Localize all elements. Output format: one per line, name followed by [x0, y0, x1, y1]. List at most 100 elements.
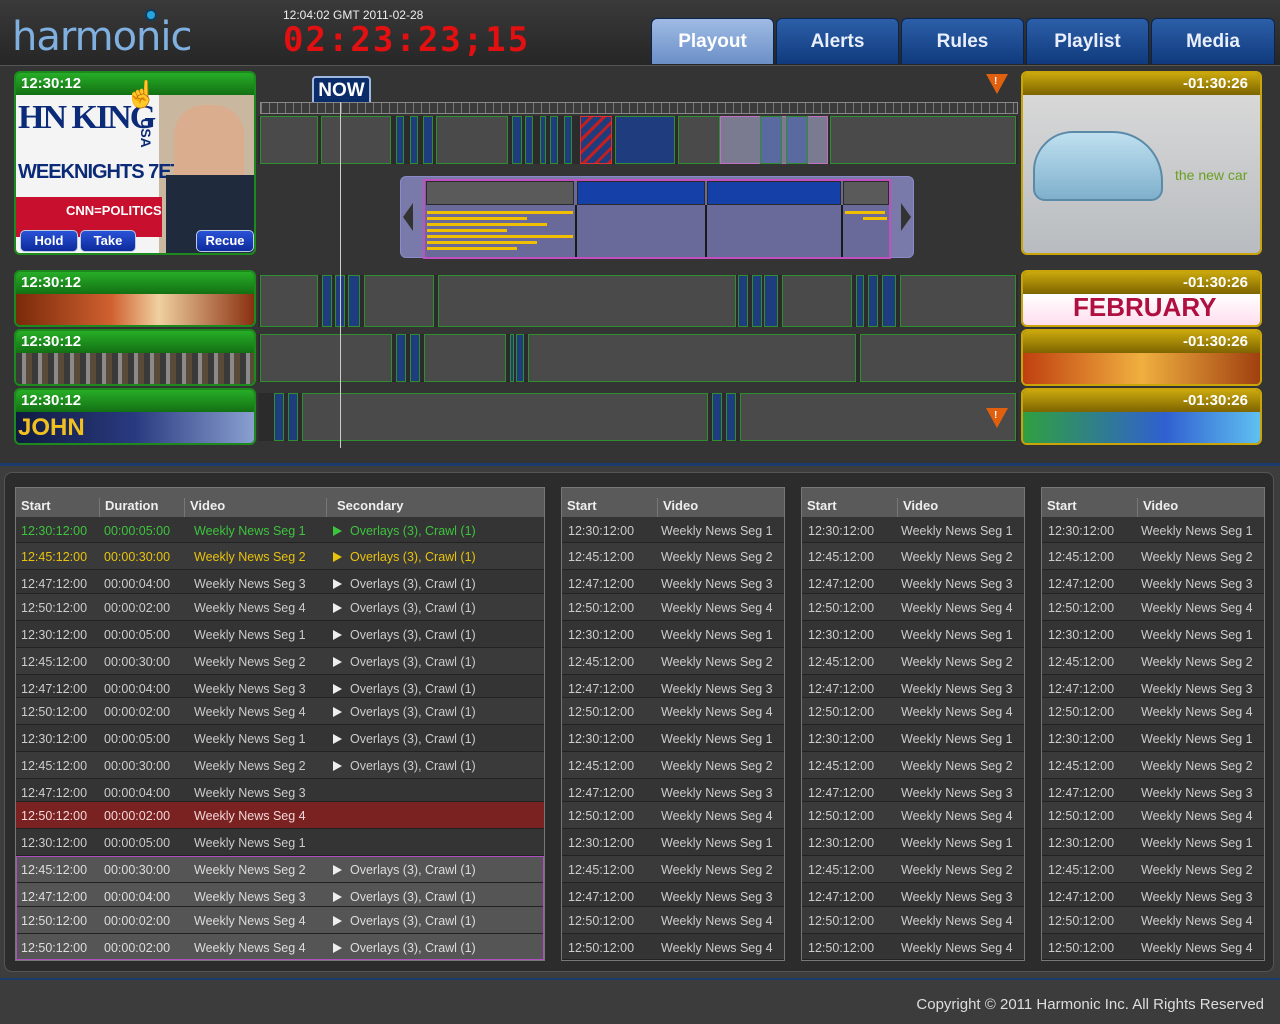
table-row[interactable]: 12:30:12:00 Weekly News Seg 1 — [562, 829, 784, 856]
table-row[interactable]: 12:50:12:00 00:00:02:00 Weekly News Seg 4 O… — [16, 934, 544, 960]
channel-4-next[interactable]: -01:30:26 — [1021, 388, 1262, 445]
table-row[interactable]: 12:45:12:00 00:00:30:00 Weekly News Seg 2 O… — [16, 856, 544, 883]
table-row[interactable]: 12:47:12:00 00:00:04:00 Weekly News Seg 3 O… — [16, 675, 544, 698]
warning-icon-track-4[interactable]: ! — [986, 408, 1008, 428]
table-row[interactable]: 12:30:12:00 Weekly News Seg 1 — [802, 725, 1024, 752]
tab-alerts[interactable]: Alerts — [776, 18, 899, 64]
table-row[interactable]: 12:47:12:00 Weekly News Seg 3 — [802, 675, 1024, 698]
table-row[interactable]: 12:47:12:00 Weekly News Seg 3 — [562, 570, 784, 594]
table-row[interactable]: 12:45:12:00 00:00:30:00 Weekly News Seg 2 O… — [16, 752, 544, 779]
col-video[interactable]: Video — [184, 498, 225, 517]
table-row[interactable]: 12:45:12:00 Weekly News Seg 2 — [802, 856, 1024, 883]
table-row[interactable]: 12:30:12:00 00:00:05:00 Weekly News Seg 1 O… — [16, 725, 544, 752]
table-row[interactable]: 12:47:12:00 Weekly News Seg 3 — [802, 570, 1024, 594]
play-icon[interactable] — [333, 579, 342, 589]
table-row[interactable]: 12:30:12:00 00:00:05:00 Weekly News Seg 1 — [16, 829, 544, 856]
table-row[interactable]: 12:50:12:00 Weekly News Seg 4 — [1042, 802, 1264, 829]
secondary-events-window[interactable] — [400, 176, 914, 259]
table-row[interactable]: 12:30:12:00 Weekly News Seg 1 — [802, 829, 1024, 856]
take-button[interactable]: Take — [80, 230, 136, 252]
tab-playout[interactable]: Playout — [651, 18, 774, 64]
table-row[interactable]: 12:50:12:00 Weekly News Seg 4 — [802, 907, 1024, 934]
col-secondary[interactable]: Secondary — [326, 498, 403, 517]
play-icon[interactable] — [333, 865, 342, 875]
hold-button[interactable]: Hold — [20, 230, 78, 252]
scroll-right-icon[interactable] — [901, 203, 911, 231]
col-video[interactable]: Video — [657, 498, 698, 517]
col-start[interactable]: Start — [802, 498, 837, 517]
play-icon[interactable] — [333, 707, 342, 717]
table-row[interactable]: 12:30:12:00 00:00:05:00 Weekly News Seg 1 O… — [16, 517, 544, 543]
table-row[interactable]: 12:50:12:00 Weekly News Seg 4 — [1042, 907, 1264, 934]
scroll-left-icon[interactable] — [403, 203, 413, 231]
table-row[interactable]: 12:50:12:00 Weekly News Seg 4 — [802, 802, 1024, 829]
table-row[interactable]: 12:47:12:00 Weekly News Seg 3 — [1042, 570, 1264, 594]
table-row[interactable]: 12:50:12:00 Weekly News Seg 4 — [1042, 934, 1264, 960]
tab-playlist[interactable]: Playlist — [1026, 18, 1149, 64]
play-icon[interactable] — [333, 630, 342, 640]
table-row[interactable]: 12:47:12:00 Weekly News Seg 3 — [802, 883, 1024, 907]
table-row[interactable]: 12:50:12:00 Weekly News Seg 4 — [1042, 698, 1264, 725]
table-row[interactable]: 12:50:12:00 Weekly News Seg 4 — [562, 907, 784, 934]
table-row[interactable]: 12:30:12:00 Weekly News Seg 1 — [562, 621, 784, 648]
table-row[interactable]: 12:50:12:00 Weekly News Seg 4 — [562, 698, 784, 725]
table-row[interactable]: 12:45:12:00 Weekly News Seg 2 — [802, 752, 1024, 779]
table-row[interactable]: 12:50:12:00 00:00:02:00 Weekly News Seg 4 O… — [16, 594, 544, 621]
warning-icon[interactable]: ! — [986, 74, 1008, 94]
table-row[interactable]: 12:47:12:00 Weekly News Seg 3 — [802, 779, 1024, 802]
play-icon[interactable] — [333, 943, 342, 953]
table-row[interactable]: 12:30:12:00 Weekly News Seg 1 — [802, 621, 1024, 648]
table-row[interactable]: 12:30:12:00 Weekly News Seg 1 — [1042, 621, 1264, 648]
table-row[interactable]: 12:45:12:00 Weekly News Seg 2 — [802, 543, 1024, 570]
table-row[interactable]: 12:30:12:00 Weekly News Seg 1 — [802, 517, 1024, 543]
channel-3-preview[interactable]: 12:30:12 — [14, 329, 256, 386]
col-video[interactable]: Video — [1137, 498, 1178, 517]
table-row[interactable]: 12:30:12:00 00:00:05:00 Weekly News Seg 1 O… — [16, 621, 544, 648]
table-row[interactable]: 12:47:12:00 00:00:04:00 Weekly News Seg 3 O… — [16, 883, 544, 907]
table-row[interactable]: 12:50:12:00 Weekly News Seg 4 — [802, 698, 1024, 725]
channel-1-next[interactable]: -01:30:26 the new car — [1021, 71, 1262, 255]
table-row[interactable]: 12:45:12:00 Weekly News Seg 2 — [562, 648, 784, 675]
tab-rules[interactable]: Rules — [901, 18, 1024, 64]
table-row[interactable]: 12:45:12:00 00:00:30:00 Weekly News Seg 2 O… — [16, 648, 544, 675]
track-1[interactable] — [258, 116, 1018, 164]
col-duration[interactable]: Duration — [99, 498, 158, 517]
table-row[interactable]: 12:45:12:00 Weekly News Seg 2 — [1042, 543, 1264, 570]
table-row[interactable]: 12:47:12:00 Weekly News Seg 3 — [1042, 779, 1264, 802]
table-row[interactable]: 12:45:12:00 Weekly News Seg 2 — [1042, 856, 1264, 883]
channel-3-next[interactable]: -01:30:26 — [1021, 329, 1262, 386]
recue-button[interactable]: Recue — [196, 230, 254, 252]
table-row[interactable]: 12:30:12:00 Weekly News Seg 1 — [1042, 517, 1264, 543]
table-row[interactable]: 12:45:12:00 00:00:30:00 Weekly News Seg 2 O… — [16, 543, 544, 570]
col-start[interactable]: Start — [16, 498, 51, 517]
col-video[interactable]: Video — [897, 498, 938, 517]
table-row[interactable]: 12:45:12:00 Weekly News Seg 2 — [562, 543, 784, 570]
table-row[interactable]: 12:47:12:00 Weekly News Seg 3 — [1042, 883, 1264, 907]
play-icon[interactable] — [333, 684, 342, 694]
channel-1-preview[interactable]: 12:30:12 HN KING USA WEEKNIGHTS 7ET CNN=… — [14, 71, 256, 255]
table-row[interactable]: 12:50:12:00 Weekly News Seg 4 — [562, 802, 784, 829]
table-row[interactable]: 12:50:12:00 00:00:02:00 Weekly News Seg 4 O… — [16, 907, 544, 934]
play-icon[interactable] — [333, 526, 342, 536]
track-4[interactable] — [258, 393, 1018, 441]
table-row[interactable]: 12:47:12:00 00:00:04:00 Weekly News Seg 3 O… — [16, 570, 544, 594]
play-icon[interactable] — [333, 761, 342, 771]
table-row[interactable]: 12:50:12:00 Weekly News Seg 4 — [1042, 594, 1264, 621]
table-row[interactable]: 12:30:12:00 Weekly News Seg 1 — [562, 725, 784, 752]
play-icon[interactable] — [333, 603, 342, 613]
play-icon[interactable] — [333, 916, 342, 926]
table-row[interactable]: 12:30:12:00 Weekly News Seg 1 — [1042, 725, 1264, 752]
table-row[interactable]: 12:47:12:00 Weekly News Seg 3 — [562, 779, 784, 802]
table-row[interactable]: 12:47:12:00 Weekly News Seg 3 — [562, 675, 784, 698]
table-row[interactable]: 12:50:12:00 Weekly News Seg 4 — [562, 934, 784, 960]
table-row[interactable]: 12:45:12:00 Weekly News Seg 2 — [562, 752, 784, 779]
play-icon[interactable] — [333, 892, 342, 902]
table-row[interactable]: 12:30:12:00 Weekly News Seg 1 — [1042, 829, 1264, 856]
table-row[interactable]: 12:50:12:00 Weekly News Seg 4 — [562, 594, 784, 621]
col-start[interactable]: Start — [1042, 498, 1077, 517]
table-row[interactable]: 12:30:12:00 Weekly News Seg 1 — [562, 517, 784, 543]
channel-4-preview[interactable]: 12:30:12 JOHN — [14, 388, 256, 445]
channel-2-next[interactable]: -01:30:26 FEBRUARY — [1021, 270, 1262, 327]
track-3[interactable] — [258, 334, 1018, 382]
table-row[interactable]: 12:45:12:00 Weekly News Seg 2 — [802, 648, 1024, 675]
